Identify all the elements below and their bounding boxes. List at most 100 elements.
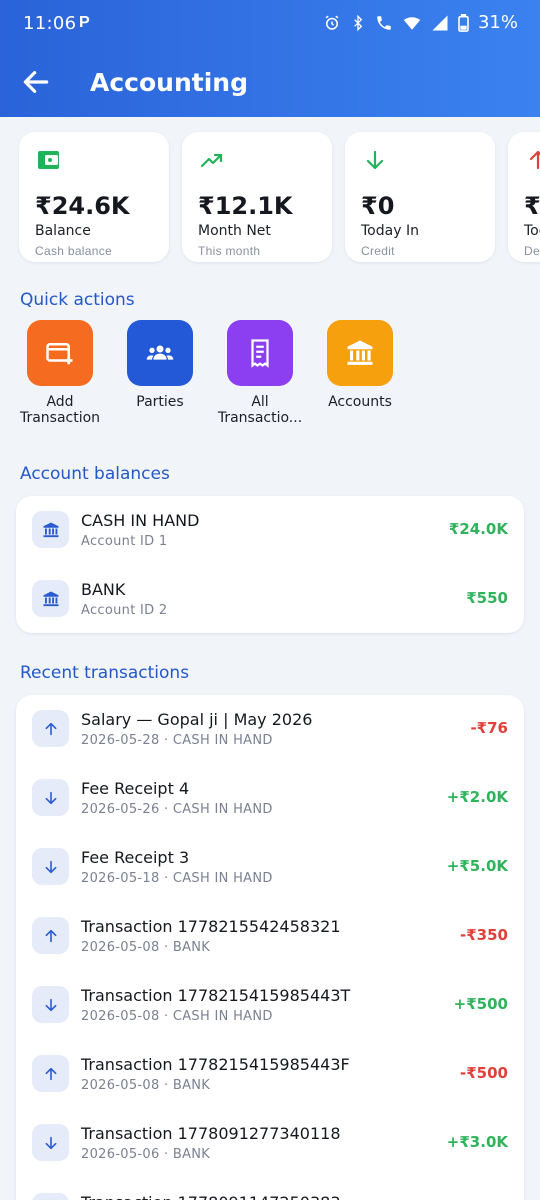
wifi-icon (403, 16, 421, 30)
signal-icon (432, 15, 448, 30)
back-arrow-icon[interactable] (20, 66, 52, 98)
transaction-list: Salary — Gopal ji | May 2026 2026-05-28 ·… (16, 695, 524, 1200)
stat-card-today-out[interactable]: ₹0 Today Out Debit (508, 132, 540, 262)
qa-tile[interactable] (127, 320, 193, 386)
transaction-amount: -₹500 (460, 1064, 508, 1082)
wallet-icon (38, 151, 59, 169)
transaction-title: Transaction 1778215415985443T (81, 986, 351, 1005)
transaction-row[interactable]: Transaction 1778091147250383 (16, 1178, 524, 1200)
quick-action-add-transaction[interactable]: Add Transaction (14, 320, 106, 426)
quick-actions-title: Quick actions (20, 290, 135, 310)
battery-percent: 31% (477, 12, 518, 33)
stat-label: Today In (361, 223, 419, 239)
qa-tile[interactable] (27, 320, 93, 386)
account-amount: ₹24.0K (448, 520, 508, 538)
transaction-meta: 2026-05-08 · BANK (81, 1078, 211, 1093)
account-row[interactable]: CASH IN HAND Account ID 1 ₹24.0K (16, 496, 524, 565)
transaction-row[interactable]: Fee Receipt 3 2026-05-18 · CASH IN HAND +₹… (16, 833, 524, 902)
stat-sub: Credit (361, 244, 395, 258)
arrow-up-icon (32, 1055, 69, 1092)
trending-up-icon (200, 153, 223, 168)
stat-value: ₹24.6K (35, 192, 130, 220)
qa-label: Accounts (328, 394, 392, 410)
account-name: BANK (81, 580, 126, 599)
stat-value: ₹0 (361, 192, 395, 220)
transaction-title: Transaction 1778091147250383 (81, 1193, 341, 1200)
transaction-title: Transaction 1778091277340118 (81, 1124, 341, 1143)
transaction-meta: 2026-05-28 · CASH IN HAND (81, 733, 273, 748)
transaction-meta: 2026-05-08 · BANK (81, 940, 211, 955)
arrow-up-icon (32, 1193, 69, 1200)
bluetooth-icon (354, 14, 363, 31)
bank-icon (32, 511, 69, 548)
call-icon (377, 15, 391, 30)
arrow-up-icon (32, 710, 69, 747)
arrow-up-icon (529, 150, 540, 170)
transaction-row[interactable]: Transaction 1778215415985443F 2026-05-08 … (16, 1040, 524, 1109)
transaction-row[interactable]: Transaction 1778215542458321 2026-05-08 ·… (16, 902, 524, 971)
arrow-down-icon (32, 848, 69, 885)
transaction-amount: -₹76 (470, 719, 508, 737)
account-amount: ₹550 (466, 589, 508, 607)
recent-transactions-title: Recent transactions (20, 663, 190, 683)
stat-label: Month Net (198, 223, 271, 239)
stat-card-balance[interactable]: ₹24.6K Balance Cash balance (19, 132, 169, 262)
arrow-down-icon (32, 779, 69, 816)
qa-label: Parties (136, 394, 184, 410)
arrow-down-icon (32, 1124, 69, 1161)
recent-transactions-card: Salary — Gopal ji | May 2026 2026-05-28 ·… (16, 695, 524, 1200)
status-time: 11:06 (23, 13, 77, 34)
qa-label: Add Transaction (19, 394, 101, 426)
stat-label: Today Out (524, 223, 540, 239)
status-bar: 11:06 P 31% (0, 0, 540, 48)
transaction-row[interactable]: Salary — Gopal ji | May 2026 2026-05-28 ·… (16, 695, 524, 764)
stats-carousel[interactable]: ₹24.6K Balance Cash balance ₹12.1K Month… (0, 117, 540, 277)
card-plus-icon (46, 343, 73, 365)
receipt-icon (251, 339, 269, 368)
transaction-row[interactable]: Transaction 1778091277340118 2026-05-06 ·… (16, 1109, 524, 1178)
transaction-row[interactable]: Transaction 1778215415985443T 2026-05-08 … (16, 971, 524, 1040)
account-id: Account ID 2 (81, 603, 168, 618)
stat-sub: Debit (524, 244, 540, 258)
arrow-down-icon (32, 986, 69, 1023)
account-balances-card: CASH IN HAND Account ID 1 ₹24.0K BANK Ac… (16, 496, 524, 633)
battery-icon (458, 13, 469, 32)
transaction-meta: 2026-05-18 · CASH IN HAND (81, 871, 273, 886)
transaction-title: Transaction 1778215415985443F (81, 1055, 350, 1074)
quick-action-all-transactions[interactable]: All Transactio... (214, 320, 306, 426)
bank-icon (32, 580, 69, 617)
stat-card-month-net[interactable]: ₹12.1K Month Net This month (182, 132, 332, 262)
transaction-amount: +₹3.0K (446, 1133, 508, 1151)
transaction-title: Salary — Gopal ji | May 2026 (81, 710, 313, 729)
stat-sub: Cash balance (35, 244, 112, 258)
transaction-amount: +₹500 (453, 995, 508, 1013)
account-row[interactable]: BANK Account ID 2 ₹550 (16, 565, 524, 633)
transaction-amount: +₹2.0K (446, 788, 508, 806)
account-name: CASH IN HAND (81, 511, 200, 530)
stat-card-today-in[interactable]: ₹0 Today In Credit (345, 132, 495, 262)
stat-sub: This month (198, 244, 261, 258)
quick-action-parties[interactable]: Parties (114, 320, 206, 410)
stat-label: Balance (35, 223, 91, 239)
qa-tile[interactable] (327, 320, 393, 386)
quick-action-accounts[interactable]: Accounts (314, 320, 406, 410)
group-icon (146, 345, 174, 360)
account-id: Account ID 1 (81, 534, 168, 549)
parking-badge: P (79, 14, 90, 31)
stat-value: ₹12.1K (198, 192, 293, 220)
bank-icon (347, 340, 373, 365)
transaction-title: Transaction 1778215542458321 (81, 917, 341, 936)
account-balances-title: Account balances (20, 464, 170, 484)
transaction-meta: 2026-05-26 · CASH IN HAND (81, 802, 273, 817)
transaction-amount: -₹350 (460, 926, 508, 944)
qa-label: All Transactio... (217, 394, 303, 426)
transaction-meta: 2026-05-06 · BANK (81, 1147, 211, 1162)
transaction-title: Fee Receipt 4 (81, 779, 190, 798)
transaction-row[interactable]: Fee Receipt 4 2026-05-26 · CASH IN HAND +₹… (16, 764, 524, 833)
transaction-title: Fee Receipt 3 (81, 848, 190, 867)
stat-value: ₹0 (524, 192, 540, 220)
qa-tile[interactable] (227, 320, 293, 386)
arrow-up-icon (32, 917, 69, 954)
alarm-icon (325, 15, 339, 30)
arrow-down-icon (366, 150, 384, 170)
